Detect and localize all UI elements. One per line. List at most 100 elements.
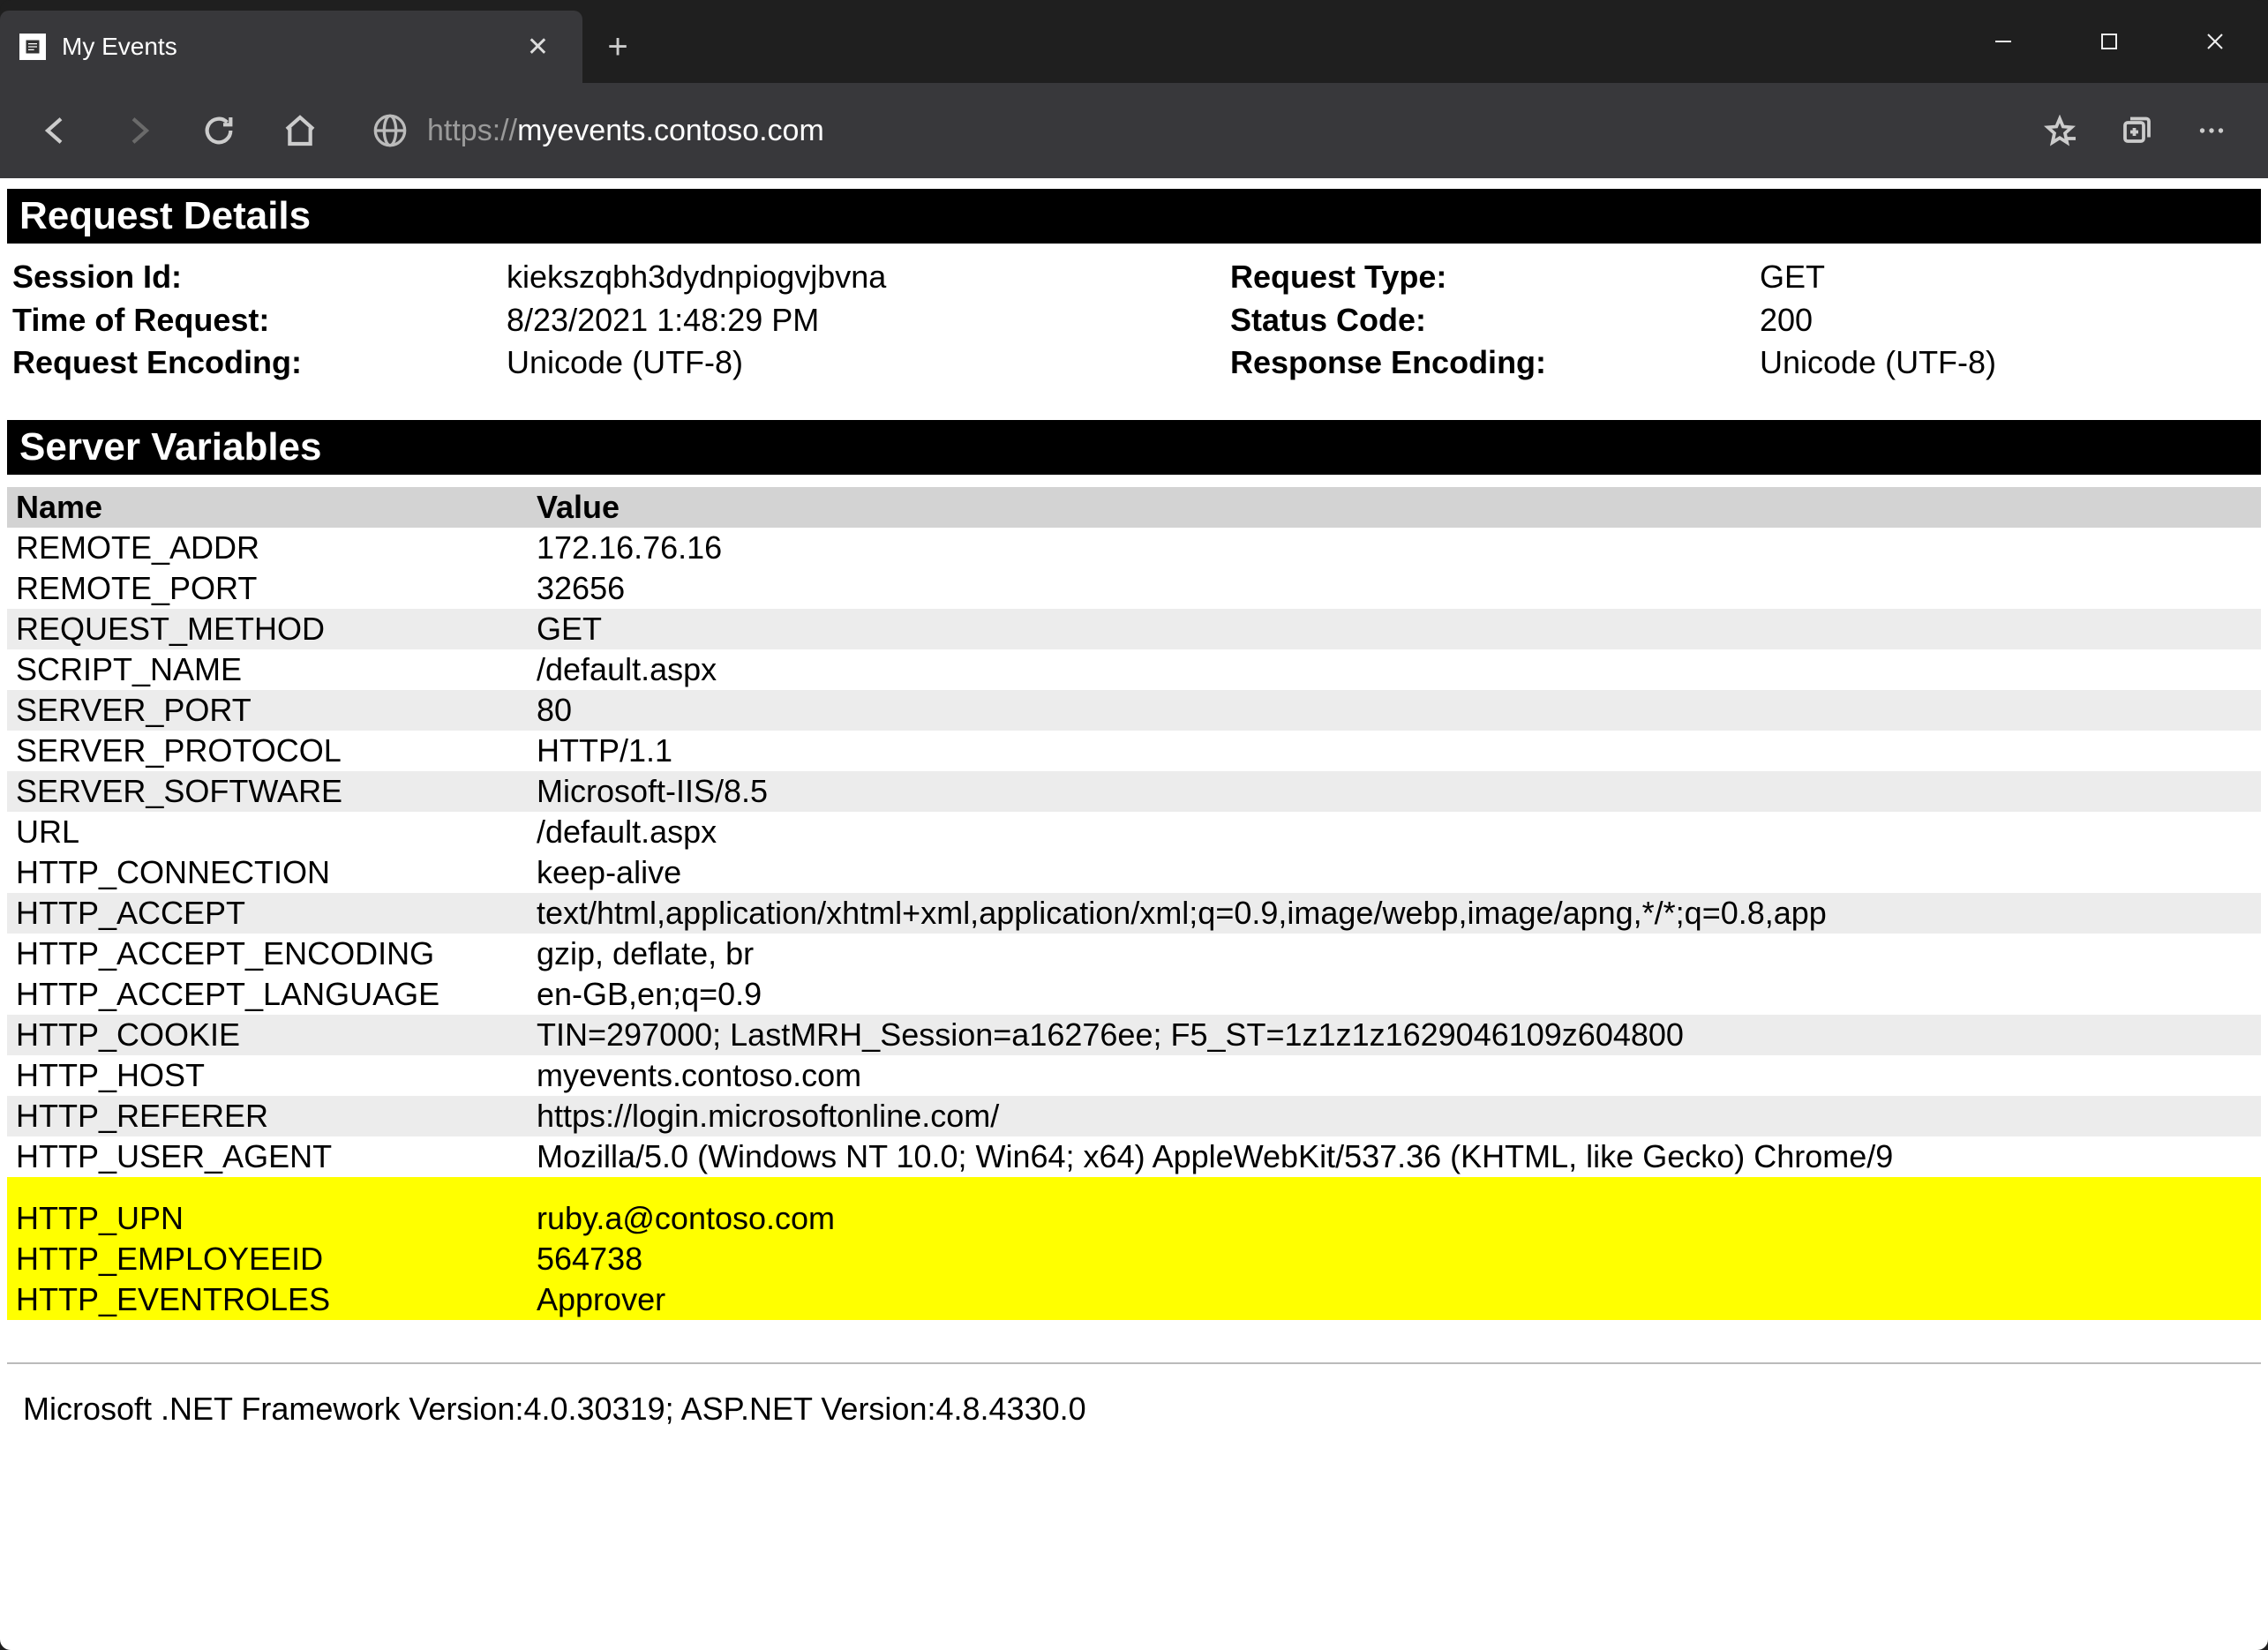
var-name: HTTP_CONNECTION xyxy=(7,852,528,893)
time-of-request-value: 8/23/2021 1:48:29 PM xyxy=(507,299,1230,342)
tab-title: My Events xyxy=(62,33,177,61)
var-value: TIN=297000; LastMRH_Session=a16276ee; F5… xyxy=(528,1015,2261,1055)
var-name: HTTP_REFERER xyxy=(7,1096,528,1136)
url-text: https://myevents.contoso.com xyxy=(427,114,824,148)
var-name: HTTP_ACCEPT xyxy=(7,893,528,934)
table-row: REQUEST_METHODGET xyxy=(7,609,2261,649)
back-button[interactable] xyxy=(21,100,92,161)
var-name: HTTP_EMPLOYEEID xyxy=(7,1239,528,1279)
var-value: Microsoft-IIS/8.5 xyxy=(528,771,2261,812)
var-value: 32656 xyxy=(528,568,2261,609)
status-code-label: Status Code: xyxy=(1230,299,1760,342)
var-name: HTTP_USER_AGENT xyxy=(7,1136,528,1177)
var-value: HTTP/1.1 xyxy=(528,731,2261,771)
table-row: HTTP_REFERERhttps://login.microsoftonlin… xyxy=(7,1096,2261,1136)
var-value: 80 xyxy=(528,690,2261,731)
table-row: HTTP_EMPLOYEEID564738 xyxy=(7,1239,2261,1279)
response-encoding-label: Response Encoding: xyxy=(1230,341,1760,385)
var-name: HTTP_ACCEPT_LANGUAGE xyxy=(7,974,528,1015)
table-row: SERVER_PORT80 xyxy=(7,690,2261,731)
request-details-header: Request Details xyxy=(7,189,2261,244)
var-value: en-GB,en;q=0.9 xyxy=(528,974,2261,1015)
var-value: Mozilla/5.0 (Windows NT 10.0; Win64; x64… xyxy=(528,1136,2261,1177)
server-variables-header: Server Variables xyxy=(7,420,2261,475)
var-name: URL xyxy=(7,812,528,852)
var-name: HTTP_EVENTROLES xyxy=(7,1279,528,1320)
toolbar-right xyxy=(2024,100,2247,161)
var-value: text/html,application/xhtml+xml,applicat… xyxy=(528,893,2261,934)
close-tab-button[interactable]: ✕ xyxy=(518,26,558,68)
var-name: HTTP_UPN xyxy=(7,1177,528,1239)
var-value: 564738 xyxy=(528,1239,2261,1279)
var-value: /default.aspx xyxy=(528,649,2261,690)
var-name: REMOTE_ADDR xyxy=(7,528,528,568)
url-host: myevents.contoso.com xyxy=(517,114,824,147)
window-controls xyxy=(1950,0,2268,83)
table-row: HTTP_USER_AGENTMozilla/5.0 (Windows NT 1… xyxy=(7,1136,2261,1177)
toolbar: https://myevents.contoso.com xyxy=(0,83,2268,178)
footer-version: Microsoft .NET Framework Version:4.0.303… xyxy=(7,1362,2261,1428)
var-name: HTTP_COOKIE xyxy=(7,1015,528,1055)
table-row: HTTP_ACCEPT_LANGUAGEen-GB,en;q=0.9 xyxy=(7,974,2261,1015)
col-value: Value xyxy=(528,487,2261,528)
table-row: SERVER_PROTOCOLHTTP/1.1 xyxy=(7,731,2261,771)
site-info-icon[interactable] xyxy=(372,113,408,148)
table-row: REMOTE_ADDR172.16.76.16 xyxy=(7,528,2261,568)
var-value: /default.aspx xyxy=(528,812,2261,852)
request-details-grid: Session Id: kiekszqbh3dydnpiogvjbvna Req… xyxy=(0,256,2268,420)
refresh-button[interactable] xyxy=(184,100,254,161)
url-protocol: https:// xyxy=(427,114,517,147)
request-type-value: GET xyxy=(1760,256,2256,299)
var-name: HTTP_HOST xyxy=(7,1055,528,1096)
var-value: Approver xyxy=(528,1279,2261,1320)
page-content: Request Details Session Id: kiekszqbh3dy… xyxy=(0,178,2268,1650)
table-header-row: Name Value xyxy=(7,487,2261,528)
close-window-button[interactable] xyxy=(2162,0,2268,83)
var-name: HTTP_ACCEPT_ENCODING xyxy=(7,934,528,974)
var-value: myevents.contoso.com xyxy=(528,1055,2261,1096)
address-bar[interactable]: https://myevents.contoso.com xyxy=(355,100,2005,161)
table-row: HTTP_EVENTROLESApprover xyxy=(7,1279,2261,1320)
server-variables-table: Name Value REMOTE_ADDR172.16.76.16REMOTE… xyxy=(7,487,2261,1320)
request-encoding-label: Request Encoding: xyxy=(12,341,507,385)
titlebar: My Events ✕ + xyxy=(0,0,2268,83)
table-row: HTTP_HOSTmyevents.contoso.com xyxy=(7,1055,2261,1096)
var-name: SERVER_PROTOCOL xyxy=(7,731,528,771)
col-name: Name xyxy=(7,487,528,528)
table-row: REMOTE_PORT32656 xyxy=(7,568,2261,609)
var-name: SCRIPT_NAME xyxy=(7,649,528,690)
table-row: HTTP_UPNruby.a@contoso.com xyxy=(7,1177,2261,1239)
maximize-button[interactable] xyxy=(2056,0,2162,83)
new-tab-button[interactable]: + xyxy=(582,11,653,83)
status-code-value: 200 xyxy=(1760,299,2256,342)
table-row: HTTP_ACCEPT_ENCODINGgzip, deflate, br xyxy=(7,934,2261,974)
favorites-button[interactable] xyxy=(2024,100,2095,161)
request-type-label: Request Type: xyxy=(1230,256,1760,299)
session-id-value: kiekszqbh3dydnpiogvjbvna xyxy=(507,256,1230,299)
collections-button[interactable] xyxy=(2100,100,2171,161)
home-button[interactable] xyxy=(265,100,335,161)
favicon-icon xyxy=(19,34,46,60)
var-value: ruby.a@contoso.com xyxy=(528,1177,2261,1239)
var-value: GET xyxy=(528,609,2261,649)
var-value: https://login.microsoftonline.com/ xyxy=(528,1096,2261,1136)
response-encoding-value: Unicode (UTF-8) xyxy=(1760,341,2256,385)
var-name: REQUEST_METHOD xyxy=(7,609,528,649)
table-row: URL/default.aspx xyxy=(7,812,2261,852)
titlebar-drag-area[interactable] xyxy=(653,0,1950,83)
table-row: HTTP_COOKIETIN=297000; LastMRH_Session=a… xyxy=(7,1015,2261,1055)
var-name: REMOTE_PORT xyxy=(7,568,528,609)
minimize-button[interactable] xyxy=(1950,0,2056,83)
table-row: SERVER_SOFTWAREMicrosoft-IIS/8.5 xyxy=(7,771,2261,812)
server-variables-table-wrap: Name Value REMOTE_ADDR172.16.76.16REMOTE… xyxy=(0,487,2268,1320)
browser-window: My Events ✕ + xyxy=(0,0,2268,1650)
forward-button[interactable] xyxy=(102,100,173,161)
request-encoding-value: Unicode (UTF-8) xyxy=(507,341,1230,385)
table-row: HTTP_ACCEPTtext/html,application/xhtml+x… xyxy=(7,893,2261,934)
var-name: SERVER_PORT xyxy=(7,690,528,731)
var-value: keep-alive xyxy=(528,852,2261,893)
browser-tab[interactable]: My Events ✕ xyxy=(0,11,582,83)
var-value: 172.16.76.16 xyxy=(528,528,2261,568)
var-name: SERVER_SOFTWARE xyxy=(7,771,528,812)
more-button[interactable] xyxy=(2176,100,2247,161)
